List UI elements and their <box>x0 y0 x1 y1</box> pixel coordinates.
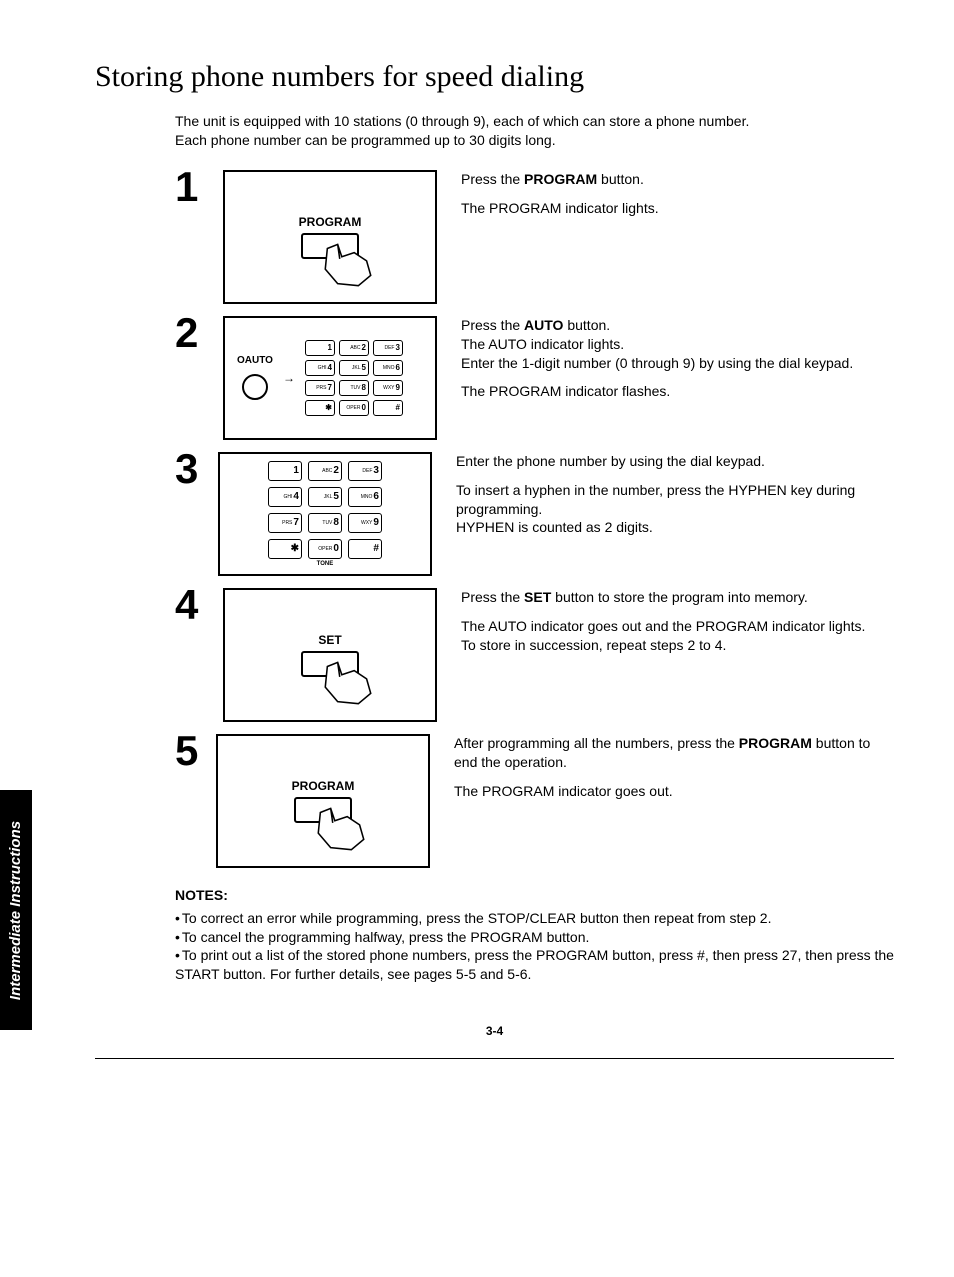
note-item: To print out a list of the stored phone … <box>175 946 894 984</box>
step-4-text: Press the SET button to store the progra… <box>461 588 865 665</box>
step-1: 1 PROGRAM Press the PROGRAM button. The … <box>175 170 894 304</box>
step-2-text: Press the AUTO button. The AUTO indicato… <box>461 316 853 412</box>
step-3: 3 1 ABC2 DEF3 GHI4 JKL5 MNO6 PRS7 TUV8 W… <box>175 452 894 576</box>
key-2: ABC2 <box>308 461 342 481</box>
step-1-text: Press the PROGRAM button. The PROGRAM in… <box>461 170 659 228</box>
key-3: DEF3 <box>373 340 403 356</box>
step-number: 1 <box>175 166 223 208</box>
step-4: 4 SET Press the SET button to store the … <box>175 588 894 722</box>
set-label: SET <box>318 633 341 647</box>
note-item: To cancel the programming halfway, press… <box>175 928 894 947</box>
key-9: WXY9 <box>348 513 382 533</box>
key-4: GHI4 <box>268 487 302 507</box>
step-2-figure: OAUTO → 1 ABC2 DEF3 GHI4 JKL5 MNO6 PRS7 … <box>223 316 437 440</box>
program-label: PROGRAM <box>292 779 355 793</box>
key-star: ✱ <box>268 539 302 559</box>
key-8: TUV8 <box>308 513 342 533</box>
intro-paragraph: The unit is equipped with 10 stations (0… <box>175 112 894 150</box>
key-0: OPER0 <box>308 539 342 559</box>
intro-line1: The unit is equipped with 10 stations (0… <box>175 113 749 129</box>
step-4-figure: SET <box>223 588 437 722</box>
step-5-figure: PROGRAM <box>216 734 430 868</box>
key-7: PRS7 <box>268 513 302 533</box>
key-0: OPER0 <box>339 400 369 416</box>
auto-button-graphic <box>242 374 268 400</box>
key-5: JKL5 <box>308 487 342 507</box>
notes-section: NOTES: To correct an error while program… <box>175 886 894 984</box>
key-4: GHI4 <box>305 360 335 376</box>
key-7: PRS7 <box>305 380 335 396</box>
hand-icon <box>310 802 372 854</box>
page-content: Storing phone numbers for speed dialing … <box>0 0 954 1099</box>
intro-line2: Each phone number can be programmed up t… <box>175 132 556 148</box>
step-3-figure: 1 ABC2 DEF3 GHI4 JKL5 MNO6 PRS7 TUV8 WXY… <box>218 452 432 576</box>
key-6: MNO6 <box>373 360 403 376</box>
program-label: PROGRAM <box>299 215 362 229</box>
step-3-text: Enter the phone number by using the dial… <box>456 452 894 548</box>
key-6: MNO6 <box>348 487 382 507</box>
footer-rule <box>95 1058 894 1059</box>
hand-icon <box>317 656 379 708</box>
key-3: DEF3 <box>348 461 382 481</box>
key-star: ✱ <box>305 400 335 416</box>
step-number: 4 <box>175 584 223 626</box>
note-item: To correct an error while programming, p… <box>175 909 894 928</box>
tone-label: TONE <box>317 561 334 567</box>
dial-keypad: 1 ABC2 DEF3 GHI4 JKL5 MNO6 PRS7 TUV8 WXY… <box>305 340 403 416</box>
page-title: Storing phone numbers for speed dialing <box>95 60 894 94</box>
step-number: 5 <box>175 730 216 772</box>
step-5-text: After programming all the numbers, press… <box>454 734 894 811</box>
step-number: 3 <box>175 448 218 490</box>
step-5: 5 PROGRAM After programming all the numb… <box>175 734 894 868</box>
key-9: WXY9 <box>373 380 403 396</box>
notes-heading: NOTES: <box>175 886 894 905</box>
auto-label: OAUTO <box>237 355 273 366</box>
arrow-icon: → <box>283 371 295 385</box>
hand-icon <box>317 238 379 290</box>
key-2: ABC2 <box>339 340 369 356</box>
key-hash: # <box>373 400 403 416</box>
key-hash: # <box>348 539 382 559</box>
dial-keypad-large: 1 ABC2 DEF3 GHI4 JKL5 MNO6 PRS7 TUV8 WXY… <box>268 461 382 559</box>
key-8: TUV8 <box>339 380 369 396</box>
key-1: 1 <box>305 340 335 356</box>
step-2: 2 OAUTO → 1 ABC2 DEF3 GHI4 JKL5 MNO6 PRS… <box>175 316 894 440</box>
key-5: JKL5 <box>339 360 369 376</box>
page-number: 3-4 <box>95 1024 894 1038</box>
step-number: 2 <box>175 312 223 354</box>
key-1: 1 <box>268 461 302 481</box>
step-1-figure: PROGRAM <box>223 170 437 304</box>
